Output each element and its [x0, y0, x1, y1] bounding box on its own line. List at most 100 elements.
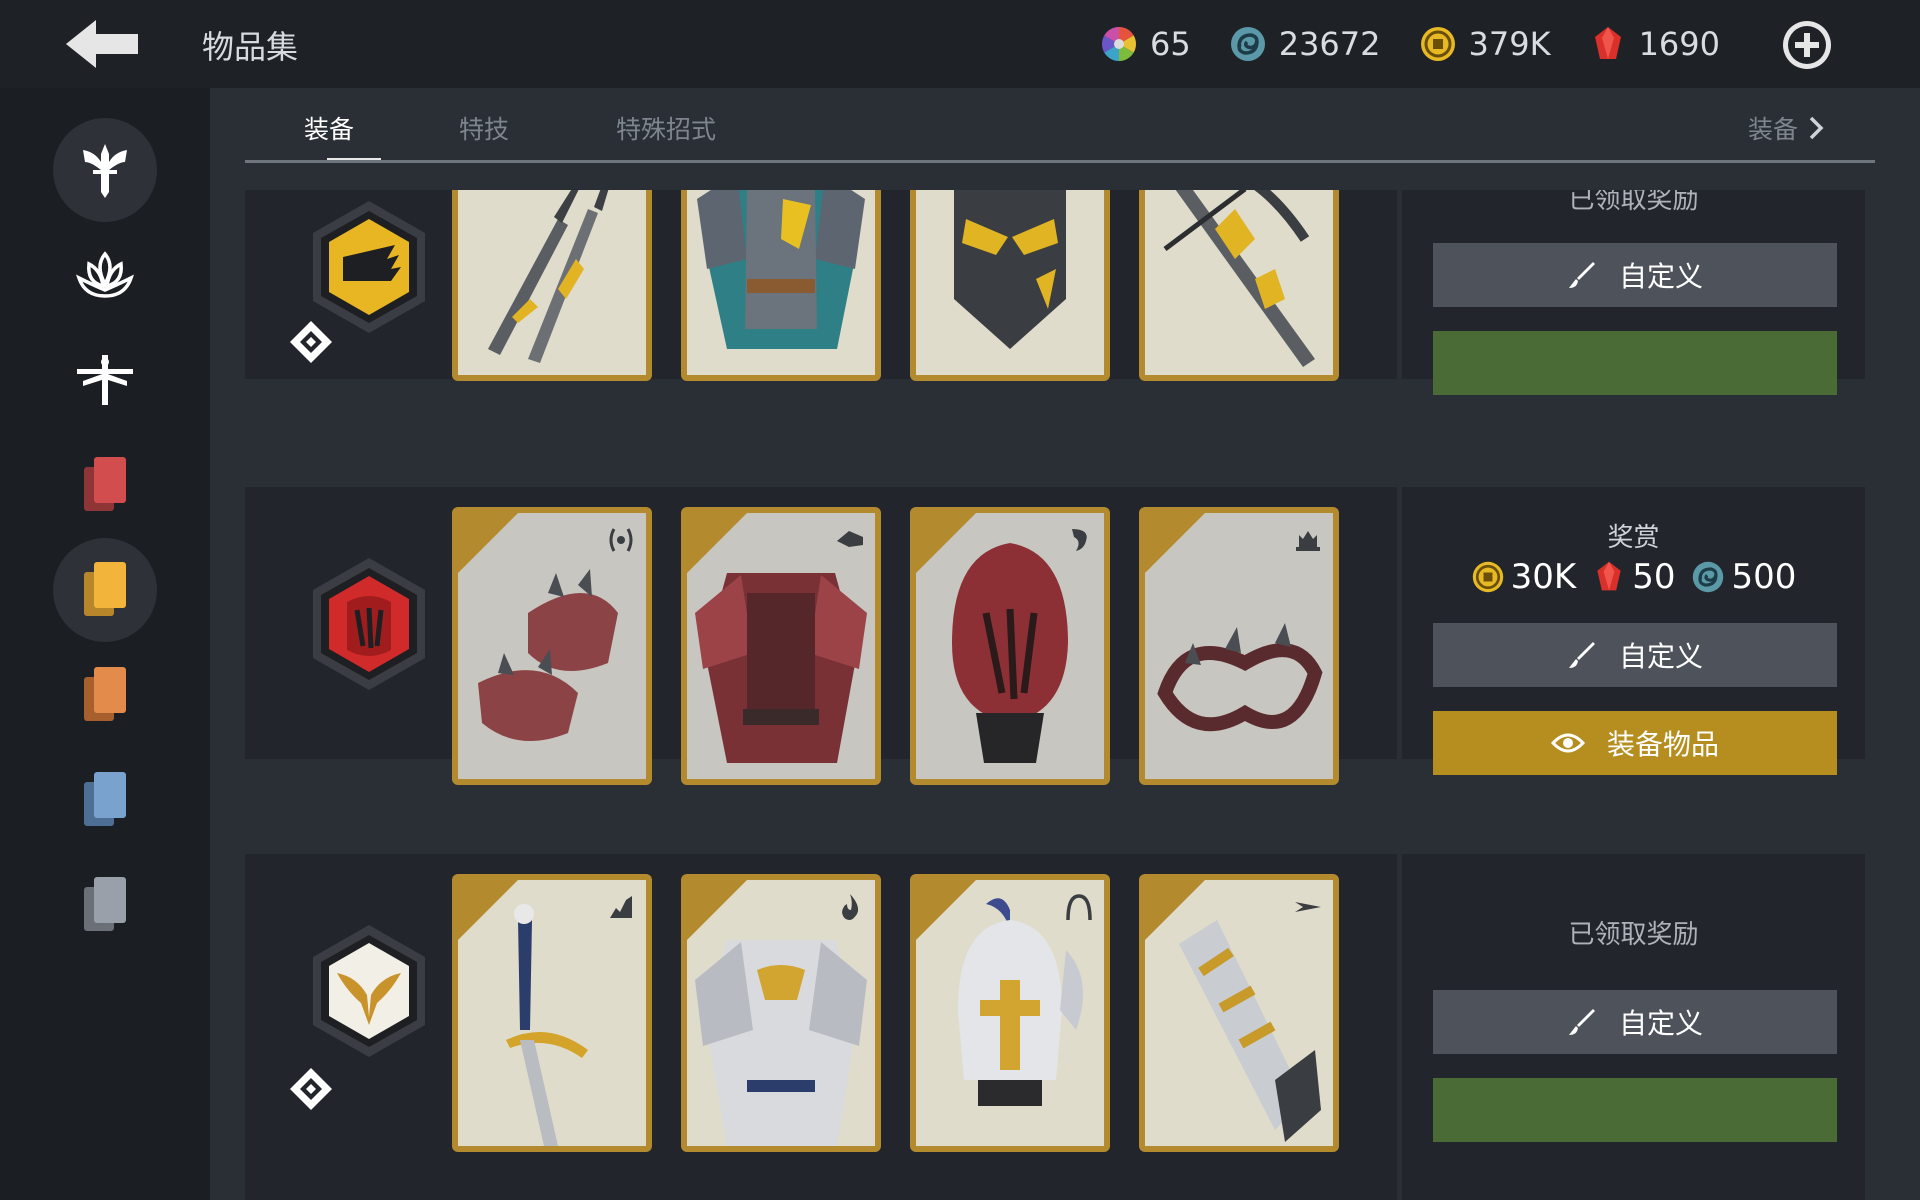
filter-dropdown[interactable]: 装备	[1748, 110, 1824, 146]
white-eagle-emblem-icon	[313, 925, 425, 1057]
coin-icon	[1420, 27, 1455, 61]
back-button[interactable]	[60, 14, 144, 74]
red-cards-icon	[84, 457, 126, 511]
equip-items-button[interactable]: 装备物品	[1433, 711, 1837, 775]
eye-icon	[1550, 733, 1585, 753]
currency-value: 65	[1149, 25, 1191, 63]
customize-button[interactable]: 自定义	[1433, 990, 1837, 1054]
bracers-type-icon	[609, 528, 633, 552]
collection-row	[245, 854, 1397, 1200]
item-card-dual-swords[interactable]	[452, 190, 652, 381]
reward-items: 30K 50 500	[1402, 557, 1865, 597]
rank-diamond-icon	[290, 321, 332, 363]
grey-cards-icon	[84, 877, 126, 931]
sidebar-item-viking[interactable]	[53, 328, 157, 432]
card-corner-badge	[916, 513, 976, 573]
reward-value: 30K	[1510, 557, 1577, 597]
sidebar-item-samurai[interactable]	[53, 223, 157, 327]
sidebar-item-yellow-cards[interactable]	[53, 538, 157, 642]
weapon-type-icon	[1296, 531, 1320, 551]
arch-type-icon	[1066, 894, 1092, 921]
currency-coin: 379K	[1419, 25, 1551, 63]
item-card-hand-cannon[interactable]	[1139, 874, 1339, 1152]
customize-label: 自定义	[1618, 640, 1703, 673]
customize-button[interactable]: 自定义	[1433, 243, 1837, 307]
collection-row	[245, 190, 1397, 381]
collection-screen: 物品集 65 23672 379K 1690 装备 特技 特殊招式 装备 已领取…	[0, 0, 1920, 1200]
customize-label: 自定义	[1618, 1007, 1703, 1040]
card-corner-badge	[458, 190, 558, 209]
item-card-red-helmet[interactable]	[910, 507, 1110, 785]
steel-swirl-icon	[1230, 27, 1265, 61]
yellow-claw-emblem-icon	[313, 201, 425, 333]
back-arrow-icon	[66, 20, 138, 68]
reward-gem: 50	[1592, 557, 1675, 597]
rank-diamond-icon	[290, 1068, 332, 1110]
chest-type-icon	[837, 531, 863, 547]
blue-cards-icon	[84, 772, 126, 826]
currency-value: 23672	[1278, 25, 1381, 63]
sidebar-item-red-cards[interactable]	[53, 433, 157, 537]
card-corner-badge	[687, 513, 747, 573]
red-gem-icon	[1594, 27, 1621, 59]
item-card-helmet[interactable]	[910, 190, 1110, 381]
item-card-longsword[interactable]	[452, 874, 652, 1152]
main-panel: 装备 特技 特殊招式 装备 已领取奖励 自定义 奖赏 30K 50 500 自定…	[210, 88, 1920, 1200]
customize-label: 自定义	[1618, 260, 1703, 293]
card-corner-badge	[458, 880, 518, 940]
dash-type-icon	[1295, 902, 1321, 912]
knight-faction-icon	[83, 144, 127, 198]
card-corner-badge	[687, 190, 787, 209]
top-bar: 物品集 65 23672 379K 1690	[0, 0, 1920, 88]
currency-value: 379K	[1468, 25, 1551, 63]
reward-title: 奖赏	[1607, 523, 1660, 553]
orange-cards-icon	[84, 667, 126, 721]
tab-gear[interactable]: 装备	[304, 110, 354, 146]
tab-bar: 装备 特技 特殊招式 装备	[245, 88, 1875, 162]
item-card-spiked-bracers[interactable]	[452, 507, 652, 785]
flame-type-icon	[842, 894, 859, 920]
sidebar-item-grey-cards[interactable]	[53, 853, 157, 957]
helmet-art	[954, 190, 1066, 349]
chevron-right-icon	[1809, 116, 1824, 140]
stance-type-icon	[610, 896, 632, 918]
currency-bar: 65 23672 379K 1690	[1062, 16, 1720, 72]
item-card-white-chest-armor[interactable]	[681, 874, 881, 1152]
card-corner-badge	[916, 190, 1016, 209]
steel-swirl-icon	[1693, 561, 1724, 593]
item-card-red-chest-armor[interactable]	[681, 507, 881, 785]
reward-panel: 奖赏 30K 50 500 自定义 装备物品	[1402, 487, 1865, 775]
tab-emotes[interactable]: 特殊招式	[616, 110, 716, 146]
card-corner-badge	[687, 880, 747, 940]
card-corner-badge	[916, 880, 976, 940]
color-wheel-icon	[1101, 27, 1136, 61]
lotus-faction-icon	[76, 251, 134, 298]
brush-icon	[1568, 642, 1595, 668]
item-card-white-helmet[interactable]	[910, 874, 1110, 1152]
category-sidebar	[0, 88, 210, 1200]
add-currency-button[interactable]	[1780, 18, 1834, 72]
reward-claimed-label: 已领取奖励	[1568, 920, 1699, 950]
currency-value: 1690	[1638, 25, 1720, 63]
tab-divider	[245, 160, 1875, 163]
item-card-spiked-chain[interactable]	[1139, 507, 1339, 785]
reward-value: 500	[1731, 557, 1797, 597]
sidebar-item-blue-cards[interactable]	[53, 748, 157, 852]
sidebar-item-knight[interactable]	[53, 118, 157, 222]
collection-list[interactable]: 已领取奖励 自定义 奖赏 30K 50 500 自定义 装备物品 已领取奖励 自…	[210, 190, 1920, 1200]
item-card-chest-armor[interactable]	[681, 190, 881, 381]
sidebar-item-orange-cards[interactable]	[53, 643, 157, 747]
helmet-type-icon	[1072, 529, 1087, 551]
customize-button[interactable]: 自定义	[1433, 623, 1837, 687]
swords-art	[488, 190, 609, 363]
tab-feats[interactable]: 特技	[459, 110, 509, 146]
claimed-status-bar	[1433, 1078, 1837, 1142]
reward-steel: 500	[1691, 557, 1796, 597]
currency-steel: 23672	[1229, 25, 1381, 63]
page-title: 物品集	[202, 28, 299, 66]
item-card-crossbow[interactable]	[1139, 190, 1339, 381]
collection-row	[245, 487, 1397, 785]
coin-icon	[1472, 561, 1503, 593]
brush-icon	[1568, 1009, 1595, 1035]
red-gem-icon	[1597, 561, 1621, 591]
